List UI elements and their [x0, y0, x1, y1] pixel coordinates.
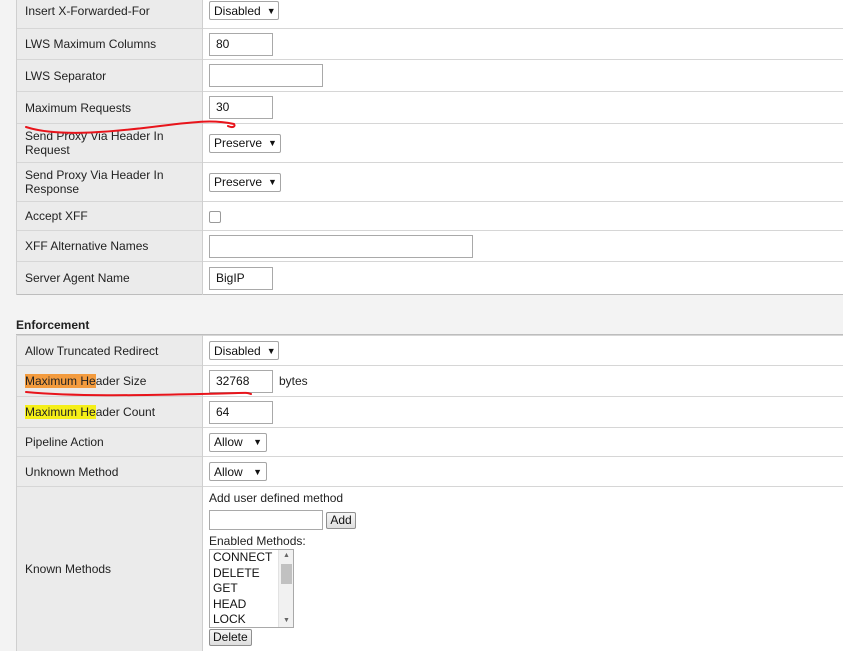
scrollbar-thumb[interactable]: [281, 564, 292, 584]
highlight-orange: Maximum He: [25, 374, 96, 388]
lws-max-columns-input[interactable]: 80: [209, 32, 273, 56]
row-label: XFF Alternative Names: [16, 230, 203, 262]
row-lws-max-columns: LWS Maximum Columns 80: [16, 28, 843, 60]
enabled-methods-label: Enabled Methods:: [209, 534, 306, 548]
pipeline-action-select[interactable]: Allow ▼: [209, 432, 267, 452]
add-method-input[interactable]: [209, 510, 323, 530]
scroll-down-icon[interactable]: ▼: [279, 615, 293, 627]
enabled-methods-listbox[interactable]: CONNECT DELETE GET HEAD LOCK ▲ ▼: [209, 549, 294, 628]
row-label: Maximum Header Size: [16, 365, 203, 397]
row-label: Allow Truncated Redirect: [16, 335, 203, 366]
maximum-requests-input[interactable]: 30: [209, 96, 273, 119]
proxy-via-request-select[interactable]: Preserve ▼: [209, 133, 281, 153]
max-header-size-input[interactable]: 32768: [209, 369, 273, 393]
row-accept-xff: Accept XFF: [16, 201, 843, 231]
row-server-agent-name: Server Agent Name BigIP: [16, 261, 843, 295]
chevron-down-icon: ▼: [253, 466, 262, 477]
server-agent-name-input[interactable]: BigIP: [209, 266, 273, 290]
row-maximum-requests: Maximum Requests 30: [16, 91, 843, 124]
row-label: Known Methods: [16, 486, 203, 651]
row-label: Send Proxy Via Header In Request: [16, 123, 203, 163]
add-method-label: Add user defined method: [209, 491, 344, 505]
row-xff-alt-names: XFF Alternative Names: [16, 230, 843, 262]
chevron-down-icon: ▼: [266, 5, 276, 16]
listbox-scrollbar[interactable]: ▲ ▼: [278, 550, 293, 627]
add-method-button[interactable]: Add: [326, 511, 356, 529]
row-proxy-via-request: Send Proxy Via Header In Request Preserv…: [16, 123, 843, 163]
row-label: LWS Separator: [16, 59, 203, 92]
profile-settings-page: Insert X-Forwarded-For Disabled ▼ LWS Max…: [0, 0, 843, 651]
row-label: Pipeline Action: [16, 427, 203, 457]
unknown-method-select[interactable]: Allow ▼: [209, 462, 267, 481]
row-max-header-count: Maximum Header Count 64: [16, 396, 843, 428]
chevron-down-icon: ▼: [253, 437, 262, 447]
row-label: Server Agent Name: [16, 261, 203, 295]
row-label: Accept XFF: [16, 201, 203, 231]
allow-truncated-redirect-select[interactable]: Disabled ▼: [209, 341, 279, 360]
scroll-up-icon[interactable]: ▲: [279, 550, 293, 562]
http-settings-table: Insert X-Forwarded-For Disabled ▼ LWS Max…: [16, 0, 843, 295]
row-label: Send Proxy Via Header In Response: [16, 162, 203, 202]
chevron-down-icon: ▼: [268, 177, 277, 187]
lws-separator-input[interactable]: [209, 64, 323, 87]
accept-xff-checkbox[interactable]: [209, 210, 221, 223]
insert-xff-select[interactable]: Disabled ▼: [209, 1, 279, 20]
row-label: Maximum Header Count: [16, 396, 203, 428]
row-label: Unknown Method: [16, 456, 203, 487]
row-insert-xff: Insert X-Forwarded-For Disabled ▼: [16, 0, 843, 29]
row-proxy-via-response: Send Proxy Via Header In Response Preser…: [16, 162, 843, 202]
row-lws-separator: LWS Separator: [16, 59, 843, 92]
row-label: Insert X-Forwarded-For: [16, 0, 203, 29]
xff-alt-names-input[interactable]: [209, 234, 473, 258]
row-label: LWS Maximum Columns: [16, 28, 203, 60]
row-label: Maximum Requests: [16, 91, 203, 124]
section-title-enforcement: Enforcement: [16, 318, 90, 332]
highlight-yellow: Maximum He: [25, 405, 96, 419]
row-unknown-method: Unknown Method Allow ▼: [16, 456, 843, 487]
unit-label: bytes: [279, 374, 308, 388]
row-allow-truncated-redirect: Allow Truncated Redirect Disabled ▼: [16, 335, 843, 366]
chevron-down-icon: ▼: [268, 138, 277, 148]
delete-method-button[interactable]: Delete: [209, 629, 252, 646]
proxy-via-response-select[interactable]: Preserve ▼: [209, 172, 281, 192]
row-max-header-size: Maximum Header Size 32768 bytes: [16, 365, 843, 397]
max-header-count-input[interactable]: 64: [209, 400, 273, 424]
row-known-methods: Known Methods Add user defined method Ad…: [16, 486, 843, 651]
enforcement-table: Allow Truncated Redirect Disabled ▼ Maxim…: [16, 335, 843, 651]
row-pipeline-action: Pipeline Action Allow ▼: [16, 427, 843, 457]
chevron-down-icon: ▼: [266, 345, 276, 356]
